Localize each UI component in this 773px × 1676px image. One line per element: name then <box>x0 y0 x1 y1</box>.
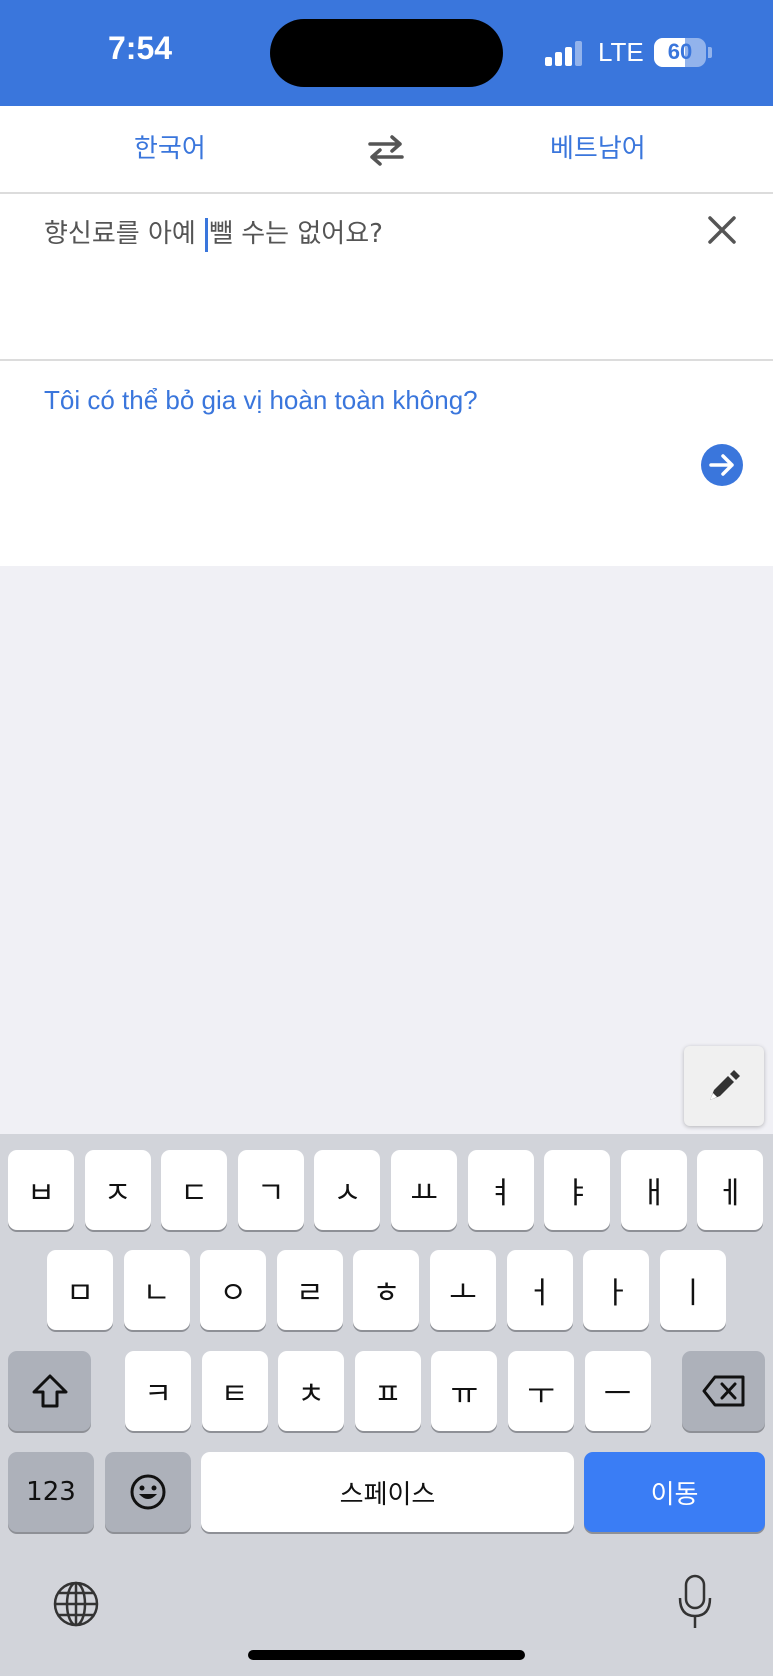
key-row2-2[interactable]: ㅇ <box>200 1250 267 1330</box>
arrow-right-icon[interactable] <box>701 444 743 486</box>
key-row2-5[interactable]: ㅗ <box>430 1250 496 1330</box>
source-text-after-caret: 뺄 수는 없어요? <box>209 219 383 249</box>
space-key[interactable]: 스페이스 <box>201 1452 574 1532</box>
key-row2-8[interactable]: ㅣ <box>659 1250 726 1330</box>
translation-text: Tôi có thể bỏ gia vị hoàn toàn không? <box>44 385 478 415</box>
key-row1-7[interactable]: ㅑ <box>544 1150 611 1230</box>
network-type: LTE <box>598 37 644 67</box>
key-row2-1[interactable]: ㄴ <box>123 1250 190 1330</box>
shift-icon <box>32 1374 67 1408</box>
pen-icon <box>710 1070 740 1100</box>
key-row3-4[interactable]: ㅠ <box>431 1351 498 1431</box>
handwriting-button[interactable] <box>684 1046 764 1126</box>
dynamic-island <box>270 19 503 87</box>
source-text-input[interactable]: 향신료를 아예 뺄 수는 없어요? <box>44 213 383 252</box>
source-text-before-caret: 향신료를 아예 <box>44 219 205 249</box>
key-row3-1[interactable]: ㅌ <box>201 1351 268 1431</box>
target-language-button[interactable]: 베트남어 <box>550 128 646 165</box>
key-row1-2[interactable]: ㄷ <box>161 1150 228 1230</box>
globe-icon[interactable] <box>52 1580 100 1628</box>
backspace-icon <box>702 1375 744 1407</box>
battery-icon: 60 <box>654 38 706 67</box>
key-row1-4[interactable]: ㅅ <box>314 1150 381 1230</box>
swap-arrows-icon[interactable] <box>366 132 406 168</box>
key-row3-6[interactable]: ㅡ <box>584 1351 651 1431</box>
return-key[interactable]: 이동 <box>584 1452 765 1532</box>
battery-nub <box>708 47 712 58</box>
key-row1-1[interactable]: ㅈ <box>84 1150 151 1230</box>
key-row2-7[interactable]: ㅏ <box>583 1250 650 1330</box>
source-language-button[interactable]: 한국어 <box>134 128 206 165</box>
language-bar: 한국어 베트남어 <box>0 106 773 194</box>
home-indicator <box>248 1650 525 1660</box>
key-row3-5[interactable]: ㅜ <box>508 1351 574 1431</box>
key-row2-3[interactable]: ㄹ <box>276 1250 343 1330</box>
key-row2-6[interactable]: ㅓ <box>506 1250 573 1330</box>
shift-key[interactable] <box>8 1351 91 1431</box>
close-icon[interactable] <box>706 214 738 246</box>
microphone-icon[interactable] <box>677 1574 713 1630</box>
key-row1-8[interactable]: ㅐ <box>620 1150 687 1230</box>
key-row2-4[interactable]: ㅎ <box>353 1250 420 1330</box>
key-row1-6[interactable]: ㅕ <box>467 1150 534 1230</box>
signal-icon <box>545 40 585 66</box>
key-row3-0[interactable]: ㅋ <box>125 1351 191 1431</box>
emoji-key[interactable] <box>105 1452 191 1532</box>
key-row2-0[interactable]: ㅁ <box>47 1250 113 1330</box>
emoji-icon <box>130 1474 166 1510</box>
battery-percent: 60 <box>667 39 693 64</box>
source-text-area[interactable]: 향신료를 아예 뺄 수는 없어요? <box>0 194 773 361</box>
key-row1-3[interactable]: ㄱ <box>237 1150 304 1230</box>
key-row3-3[interactable]: ㅍ <box>354 1351 421 1431</box>
delete-key[interactable] <box>682 1351 765 1431</box>
key-row1-9[interactable]: ㅔ <box>697 1150 764 1230</box>
status-time: 7:54 <box>108 30 173 66</box>
translation-area: Tôi có thể bỏ gia vị hoàn toàn không? <box>0 361 773 566</box>
text-caret <box>205 217 209 252</box>
key-row3-2[interactable]: ㅊ <box>278 1351 345 1431</box>
status-bar: 7:54 LTE 60 <box>0 0 773 106</box>
key-row1-5[interactable]: ㅛ <box>391 1150 457 1230</box>
key-row1-0[interactable]: ㅂ <box>8 1150 74 1230</box>
numbers-key[interactable]: 123 <box>8 1452 94 1532</box>
